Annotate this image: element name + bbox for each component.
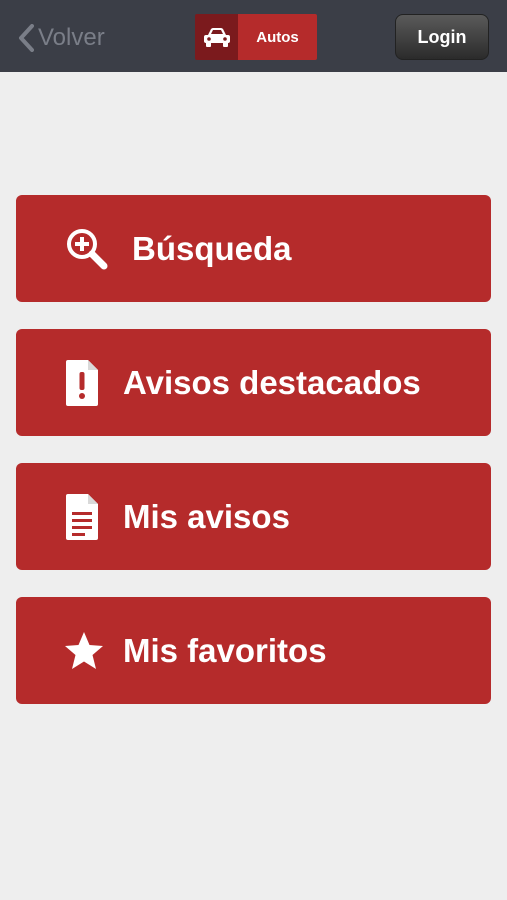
featured-ads-button-label: Avisos destacados: [123, 363, 421, 401]
my-favorites-button-label: Mis favoritos: [123, 631, 327, 669]
search-plus-icon: [62, 195, 112, 302]
car-icon-box: [195, 14, 238, 60]
back-label: Volver: [38, 24, 105, 51]
featured-ads-button[interactable]: Avisos destacados: [16, 329, 491, 436]
login-button[interactable]: Login: [395, 14, 489, 60]
search-button-label: Búsqueda: [132, 229, 292, 267]
my-favorites-button[interactable]: Mis favoritos: [16, 597, 491, 704]
car-icon: [203, 28, 230, 47]
section-tab-autos[interactable]: Autos: [195, 14, 317, 60]
my-ads-button[interactable]: Mis avisos: [16, 463, 491, 570]
chevron-left-icon: [19, 24, 34, 52]
section-label: Autos: [238, 14, 317, 60]
navbar: Volver Autos Login: [0, 0, 507, 72]
document-exclamation-icon: [60, 329, 104, 436]
star-icon: [62, 597, 106, 704]
my-ads-button-label: Mis avisos: [123, 497, 290, 535]
search-button[interactable]: Búsqueda: [16, 195, 491, 302]
document-icon: [60, 463, 104, 570]
back-button[interactable]: Volver: [18, 22, 105, 54]
